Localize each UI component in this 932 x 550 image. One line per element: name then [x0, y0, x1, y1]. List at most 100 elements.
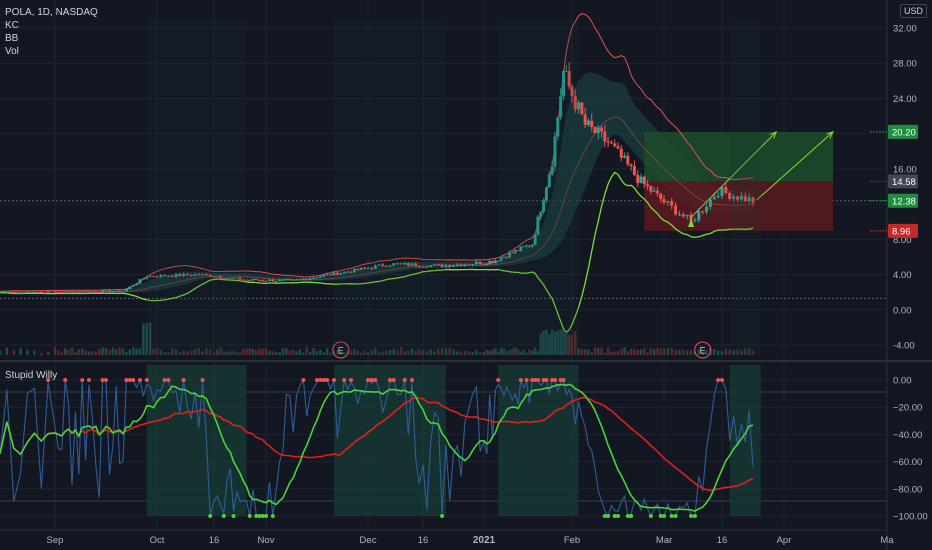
candle-body: [0, 292, 2, 294]
price-tick-label: -4.00: [893, 341, 915, 352]
overbought-dot: [391, 378, 396, 382]
volume-bar: [616, 351, 620, 355]
overbought-dot: [200, 378, 205, 382]
oversold-dot: [606, 514, 611, 518]
candle-body: [267, 279, 271, 281]
volume-bar: [475, 349, 478, 355]
volume-bar: [646, 351, 649, 355]
candle-body: [325, 274, 329, 276]
candle-body: [111, 291, 115, 293]
volume-bar: [587, 349, 590, 355]
candle-body: [677, 214, 681, 216]
candle-body: [455, 264, 459, 266]
oversold-dot: [440, 514, 445, 518]
volume-bar: [488, 350, 491, 355]
volume-bar: [329, 352, 332, 355]
overbought-dot: [544, 378, 549, 382]
candle-body: [46, 291, 50, 293]
volume-bar: [278, 352, 281, 355]
volume-bar: [467, 351, 470, 355]
volume-bar: [491, 349, 494, 355]
volume-bar: [5, 347, 9, 355]
volume-bar: [724, 348, 728, 355]
candle-body: [124, 289, 128, 292]
candle-body: [636, 174, 640, 184]
candle-body: [629, 164, 633, 167]
time-tick-label: Ma: [880, 535, 894, 546]
overbought-dot: [518, 378, 523, 382]
overbought-dot: [80, 378, 85, 382]
candle-body: [724, 187, 728, 193]
candle-body: [716, 196, 720, 198]
oversold-dot: [270, 514, 275, 518]
price-shade-region: [146, 20, 247, 355]
overbought-dot: [332, 378, 336, 382]
candle-body: [26, 292, 29, 294]
candle-body: [708, 199, 712, 207]
volume-bar: [70, 347, 74, 355]
price-shade-region: [498, 20, 579, 355]
osc-tick-label: −60.00: [893, 457, 922, 468]
candle-body: [291, 279, 295, 281]
candle-body: [488, 261, 492, 265]
oversold-dot: [689, 514, 694, 518]
overbought-dot: [720, 378, 724, 382]
candle-body: [60, 292, 64, 294]
candle-body: [87, 291, 91, 293]
candle-body: [712, 197, 716, 200]
volume-bar: [46, 352, 50, 355]
candle-body: [56, 291, 60, 293]
volume-bar: [689, 349, 693, 355]
time-tick-label: 16: [717, 535, 728, 546]
time-tick-label: Nov: [258, 535, 275, 546]
candle-body: [39, 291, 43, 293]
time-tick-label: Sep: [47, 535, 64, 546]
osc-shade-region: [334, 365, 446, 516]
candle-body: [646, 184, 650, 187]
volume-bar: [53, 347, 57, 355]
chart-canvas[interactable]: EE32.0028.0024.0020.0016.0012.008.004.00…: [0, 0, 932, 550]
currency-label[interactable]: USD: [900, 4, 928, 18]
volume-bar: [138, 348, 142, 355]
price-tick-label: 24.00: [893, 94, 917, 105]
candle-body: [301, 278, 305, 280]
volume-bar: [705, 350, 708, 355]
overbought-dot: [349, 378, 353, 382]
oversold-dot: [231, 514, 236, 518]
price-tick-label: 0.00: [893, 305, 912, 316]
candle-body: [448, 265, 452, 267]
volume-bar: [656, 348, 659, 355]
candle-body: [138, 279, 142, 284]
candle-body: [315, 277, 319, 279]
price-shade-region: [729, 20, 761, 355]
time-tick-label: Mar: [656, 535, 672, 546]
oscillator-title[interactable]: Stupid Willy: [5, 370, 57, 381]
candle-body: [583, 114, 587, 125]
candle-body: [609, 142, 613, 144]
candle-body: [312, 277, 316, 279]
volume-bar: [251, 348, 255, 355]
candle-body: [478, 261, 482, 265]
candle-body: [593, 127, 597, 134]
oversold-dot: [673, 514, 678, 518]
volume-bar: [678, 349, 681, 355]
volume-bar: [319, 349, 322, 355]
volume-bar: [288, 350, 291, 355]
overbought-dot: [410, 378, 414, 382]
oversold-dot: [648, 514, 653, 518]
volume-bar: [452, 349, 455, 355]
volume-bar: [261, 348, 264, 355]
oversold-dot: [692, 514, 697, 518]
candle-body: [649, 186, 653, 192]
volume-bar: [459, 351, 463, 355]
volume-bar: [670, 347, 673, 355]
volume-bar: [649, 348, 653, 355]
volume-bar: [271, 351, 274, 355]
candle-body: [77, 291, 81, 293]
candle-body: [274, 281, 278, 283]
volume-bar: [662, 348, 666, 355]
volume-bar: [629, 348, 633, 355]
candle-body: [596, 127, 600, 134]
candle-body: [5, 292, 9, 294]
price-shade-region: [334, 20, 446, 355]
